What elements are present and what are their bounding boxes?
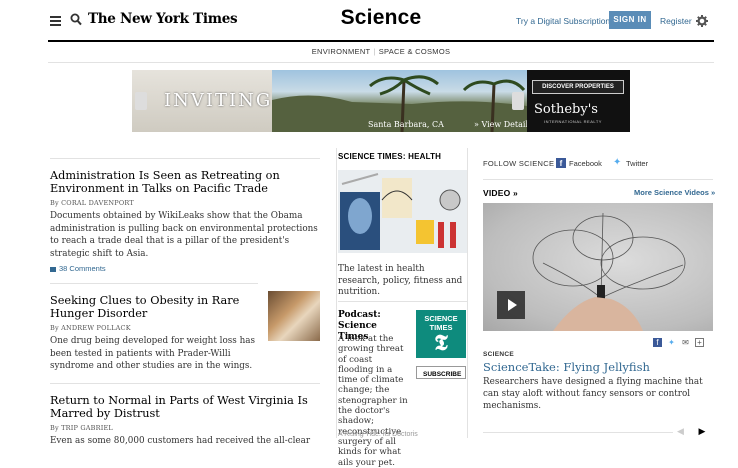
- science-times-heading[interactable]: SCIENCE TIMES: HEALTH: [338, 152, 441, 161]
- science-times-logo[interactable]: SCIENCE TIMES 𝕿: [416, 310, 466, 358]
- subnav-separator: |: [373, 47, 376, 56]
- story-headline[interactable]: Administration Is Seen as Retreating on …: [50, 169, 320, 195]
- ad-prev-arrow[interactable]: [135, 92, 147, 110]
- story-summary: Documents obtained by WikiLeaks show tha…: [50, 211, 318, 259]
- subscription-link[interactable]: Try a Digital Subscription: [516, 16, 610, 26]
- story-byline: By CORAL DAVENPORT: [50, 199, 134, 207]
- video-carousel-controls: ◀ ▶: [677, 426, 713, 436]
- video-title[interactable]: ScienceTake: Flying Jellyfish: [483, 360, 713, 374]
- facebook-icon[interactable]: f: [556, 158, 566, 168]
- register-link[interactable]: Register: [660, 16, 692, 26]
- health-collage-illustration: [338, 170, 467, 253]
- story-byline: By TRIP GABRIEL: [50, 423, 113, 432]
- play-button[interactable]: [497, 291, 525, 319]
- ad-next-arrow[interactable]: [512, 92, 524, 110]
- story-summary: Even as some 80,000 customers had receiv…: [50, 435, 311, 446]
- video-section-label[interactable]: VIDEO »: [483, 188, 518, 198]
- facebook-link[interactable]: Facebook: [569, 159, 602, 168]
- t-logo-icon: 𝕿: [434, 330, 448, 356]
- gear-icon[interactable]: [696, 15, 708, 27]
- more-podcast-link[interactable]: A Rising Tide. Its Doctoris: [338, 431, 418, 438]
- follow-bar: FOLLOW SCIENCE f Facebook ✦ Twitter: [483, 158, 713, 172]
- sign-in-button[interactable]: SIGN IN: [609, 11, 651, 29]
- subnav-item-environment[interactable]: ENVIRONMENT: [312, 47, 371, 56]
- comment-icon: [50, 266, 56, 272]
- science-times-description: The latest in health research, policy, f…: [338, 264, 463, 297]
- divider: [338, 301, 467, 302]
- carousel-prev-icon[interactable]: ◀: [677, 426, 684, 436]
- expand-icon[interactable]: +: [695, 338, 704, 347]
- story-summary: One drug being developed for weight loss…: [50, 336, 256, 371]
- podcast-subscribe-button[interactable]: SUBSCRIBE: [416, 366, 466, 379]
- story-headline[interactable]: Return to Normal in Parts of West Virgin…: [50, 394, 320, 420]
- story-item: Seeking Clues to Obesity in Rare Hunger …: [50, 283, 258, 373]
- comments-link[interactable]: 38 Comments: [50, 264, 320, 273]
- story-item: Return to Normal in Parts of West Virgin…: [50, 382, 320, 448]
- ad-view-details[interactable]: » View Details: [474, 120, 532, 129]
- follow-label: FOLLOW SCIENCE: [483, 159, 555, 168]
- ad-brand-subtitle: INTERNATIONAL REALTY: [544, 119, 602, 124]
- video-kicker: SCIENCE: [483, 351, 514, 358]
- health-illustration[interactable]: [338, 170, 467, 253]
- twitter-icon[interactable]: ✦: [613, 158, 623, 168]
- email-icon[interactable]: ✉: [681, 338, 690, 347]
- ad-headline: INVITING: [164, 90, 273, 111]
- twitter-link[interactable]: Twitter: [626, 159, 648, 168]
- video-player[interactable]: [483, 203, 713, 331]
- ad-banner[interactable]: INVITING Santa Barbara, CA » View Detail…: [132, 70, 630, 132]
- story-headline[interactable]: Seeking Clues to Obesity in Rare Hunger …: [50, 294, 258, 320]
- ad-brand: Sotheby's: [534, 102, 598, 117]
- divider: [483, 179, 713, 180]
- subnav-item-space-cosmos[interactable]: SPACE & COSMOS: [379, 47, 451, 56]
- ad-location: Santa Barbara, CA: [368, 120, 444, 129]
- divider: [483, 432, 673, 433]
- video-description: Researchers have designed a flying machi…: [483, 377, 703, 411]
- carousel-next-icon[interactable]: ▶: [698, 426, 705, 436]
- story-item: Administration Is Seen as Retreating on …: [50, 158, 320, 273]
- ad-cta-button[interactable]: DISCOVER PROPERTIES: [532, 80, 624, 94]
- section-subnav: ENVIRONMENT | SPACE & COSMOS: [48, 42, 714, 63]
- story-byline: By ANDREW POLLACK: [50, 324, 131, 332]
- share-tools: f ✦ ✉ +: [653, 338, 713, 348]
- facebook-share-icon[interactable]: f: [653, 338, 662, 347]
- comments-count[interactable]: 38 Comments: [59, 264, 106, 273]
- masthead: The New York Times Science Try a Digital…: [48, 4, 714, 42]
- story-thumbnail[interactable]: [268, 291, 320, 341]
- twitter-share-icon[interactable]: ✦: [667, 338, 676, 347]
- podcast-description: A look at the growing threat of coast fl…: [338, 334, 408, 468]
- science-times-column: SCIENCE TIMES: HEALTH The latest in heal…: [336, 148, 468, 468]
- more-videos-link[interactable]: More Science Videos »: [634, 188, 715, 197]
